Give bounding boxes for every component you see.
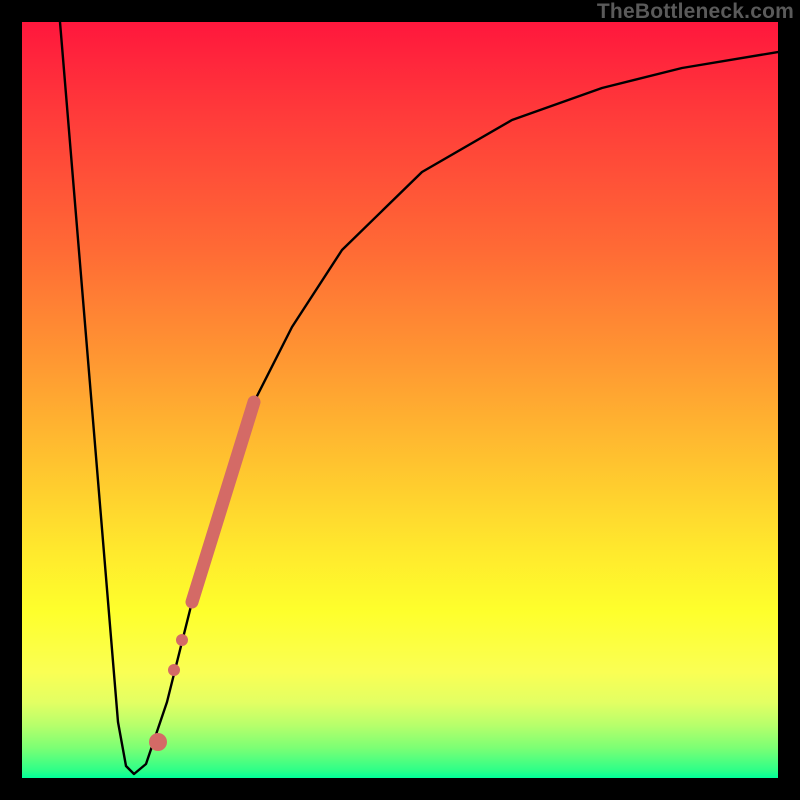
curve-path	[60, 22, 778, 774]
dot-3	[149, 733, 167, 751]
chart-frame: TheBottleneck.com	[0, 0, 800, 800]
watermark-text: TheBottleneck.com	[597, 0, 794, 24]
bottleneck-curve	[22, 22, 778, 778]
dashed-segment	[192, 402, 254, 602]
plot-area	[22, 22, 778, 778]
dot-2	[176, 634, 188, 646]
dot-1	[168, 664, 180, 676]
